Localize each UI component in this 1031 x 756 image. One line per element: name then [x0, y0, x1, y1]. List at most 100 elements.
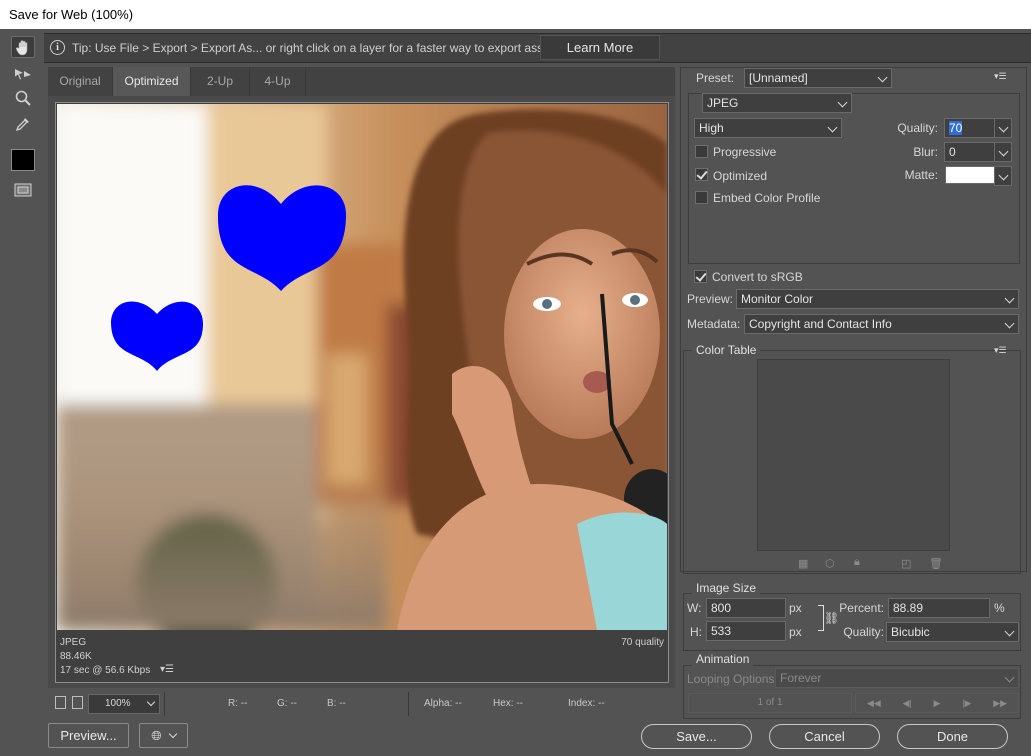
save-button[interactable]: Save...: [641, 724, 752, 749]
matte-color-swatch[interactable]: [945, 166, 995, 184]
hand-icon[interactable]: [11, 36, 35, 58]
zoom-icon[interactable]: [11, 87, 35, 109]
quality-label: Quality:: [897, 121, 938, 135]
compression-quality-value: High: [699, 121, 724, 135]
progressive-checkbox[interactable]: [695, 145, 708, 158]
optimization-settings-panel: Preset: [Unnamed] ▾☰ JPEG High Quality: …: [680, 67, 1027, 719]
chevron-down-icon: [1004, 293, 1015, 304]
zoom-out-button[interactable]: [55, 696, 66, 709]
matte-label: Matte:: [904, 168, 938, 182]
tab-original[interactable]: Original: [48, 67, 113, 96]
height-unit: px: [789, 625, 802, 639]
tip-text: Tip: Use File > Export > Export As... or…: [72, 41, 560, 55]
readout-r: R: --: [228, 698, 248, 709]
preset-menu-icon[interactable]: ▾☰: [994, 71, 1010, 81]
looping-options-select[interactable]: Forever: [775, 668, 1019, 688]
percent-input[interactable]: 88.89: [888, 598, 990, 618]
height-input[interactable]: 533: [706, 621, 786, 641]
image-size-title: Image Size: [692, 581, 761, 595]
looping-options-label: Looping Options:: [687, 672, 778, 686]
progressive-label: Progressive: [713, 145, 777, 159]
resample-quality-label: Quality:: [843, 625, 884, 639]
compression-quality-select[interactable]: High: [694, 118, 842, 138]
learn-more-button[interactable]: Learn More: [540, 35, 660, 60]
trash-icon[interactable]: 🗑︎: [929, 557, 943, 570]
metadata-select[interactable]: Copyright and Contact Info: [744, 314, 1019, 334]
preset-label: Preset:: [696, 71, 735, 85]
color-table-menu-icon[interactable]: ▾☰: [994, 345, 1010, 355]
cancel-button[interactable]: Cancel: [769, 724, 880, 749]
preset-select[interactable]: [Unnamed]: [744, 68, 892, 88]
preview-canvas[interactable]: JPEG 88.46K 17 sec @ 56.6 Kbps ▾☰ 70 qua…: [48, 96, 675, 688]
preview-info: JPEG 88.46K 17 sec @ 56.6 Kbps ▾☰ 70 qua…: [60, 637, 664, 679]
download-rate-menu-icon[interactable]: ▾☰: [160, 664, 174, 675]
embed-color-profile-checkbox[interactable]: [695, 191, 708, 204]
blur-label: Blur:: [913, 145, 938, 159]
tab-optimized[interactable]: Optimized: [113, 67, 191, 96]
tip-bar: i Tip: Use File > Export > Export As... …: [44, 33, 1031, 63]
quality-input[interactable]: 70: [944, 118, 996, 138]
readout-hex: Hex: --: [493, 698, 523, 709]
chevron-down-icon: [837, 97, 848, 108]
width-label: W:: [687, 601, 702, 615]
blur-value: 0: [949, 145, 956, 159]
lock-icon[interactable]: 🔒︎: [854, 556, 860, 569]
percent-value: 88.89: [893, 601, 924, 615]
info-icon: i: [50, 40, 65, 55]
eyedropper-icon[interactable]: [11, 113, 35, 135]
animation-controls: ◀◀ ◀| ▶ |▶ ▶▶: [855, 693, 1019, 713]
tab-4-up[interactable]: 4-Up: [250, 67, 306, 96]
zoom-level-select[interactable]: 100%: [88, 694, 160, 714]
tab-2-up[interactable]: 2-Up: [191, 67, 250, 96]
chevron-down-icon: [998, 146, 1009, 157]
blur-slider-button[interactable]: [994, 142, 1012, 162]
toggle-slices-icon[interactable]: [11, 179, 35, 201]
divider: [408, 692, 409, 716]
zoom-in-button[interactable]: [72, 696, 83, 709]
preview-download-time: 17 sec @ 56.6 Kbps: [60, 665, 151, 676]
eyedropper-color-swatch[interactable]: [11, 149, 35, 171]
metadata-value: Copyright and Contact Info: [749, 317, 892, 331]
blur-input[interactable]: 0: [944, 142, 996, 162]
last-frame-icon[interactable]: ▶▶: [993, 698, 1007, 709]
matte-menu-button[interactable]: [994, 166, 1012, 186]
readout-b: B: --: [327, 698, 346, 709]
looping-options-value: Forever: [780, 671, 822, 685]
animation-title: Animation: [692, 652, 754, 666]
quality-slider-button[interactable]: [994, 118, 1012, 138]
resample-quality-select[interactable]: Bicubic: [886, 622, 1019, 642]
chevron-down-icon: [1004, 672, 1015, 683]
readout-alpha: Alpha: --: [424, 698, 462, 709]
new-color-icon[interactable]: ◰: [901, 557, 911, 570]
slice-select-icon[interactable]: [11, 63, 35, 85]
chevron-down-icon: [998, 122, 1009, 133]
readout-g: G: --: [277, 698, 297, 709]
color-preview-select[interactable]: Monitor Color: [736, 289, 1019, 309]
convert-srgb-checkbox[interactable]: [694, 270, 707, 283]
file-format-select[interactable]: JPEG: [702, 93, 852, 113]
zoom-level-value: 100%: [105, 698, 131, 709]
next-frame-icon[interactable]: |▶: [962, 698, 971, 709]
chevron-down-icon: [827, 122, 838, 133]
optimized-checkbox[interactable]: [695, 168, 708, 181]
percent-label: Percent:: [839, 601, 884, 615]
web-snap-icon[interactable]: ⬡: [825, 557, 835, 570]
window-title: Save for Web (100%): [0, 0, 1031, 29]
quality-value: 70: [949, 121, 963, 135]
preview-button[interactable]: Preview...: [48, 723, 129, 748]
chevron-down-icon: [168, 729, 177, 738]
color-table-swatches[interactable]: [757, 359, 950, 551]
chevron-down-icon: [998, 170, 1009, 181]
status-bar: 100% R: -- G: -- B: -- Alpha: -- Hex: --…: [48, 692, 675, 716]
play-icon[interactable]: ▶: [934, 698, 941, 709]
browser-preview-button[interactable]: 🌐︎: [139, 723, 188, 748]
animation-frame-counter: 1 of 1: [688, 693, 852, 713]
preview-quality: 70 quality: [621, 637, 664, 648]
map-to-transparent-icon[interactable]: ▦: [798, 557, 808, 570]
file-format-value: JPEG: [707, 96, 739, 110]
first-frame-icon[interactable]: ◀◀: [867, 698, 881, 709]
width-input[interactable]: 800: [706, 598, 786, 618]
previous-frame-icon[interactable]: ◀|: [902, 698, 911, 709]
width-value: 800: [711, 601, 732, 615]
done-button[interactable]: Done: [897, 724, 1008, 749]
